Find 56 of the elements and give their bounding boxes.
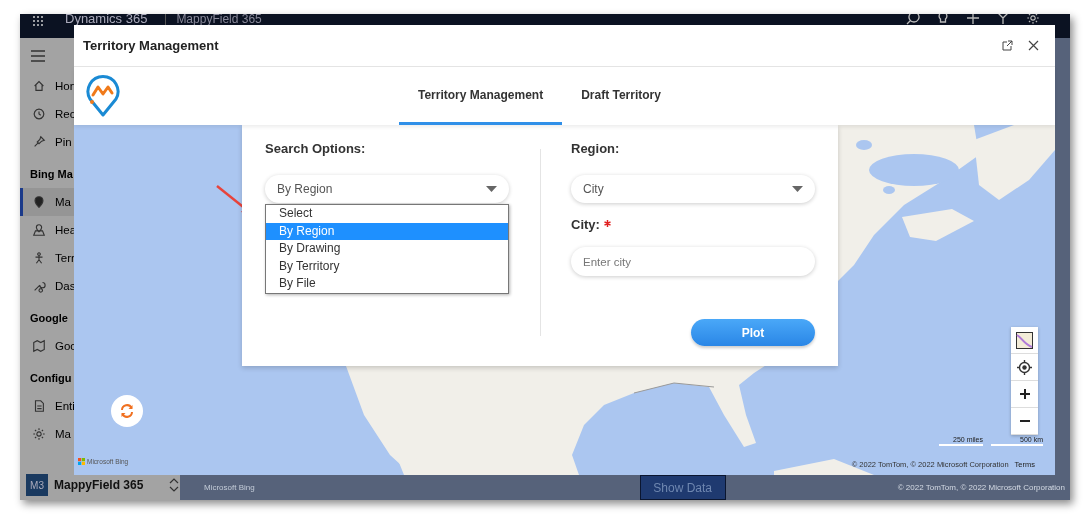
sidebar-icon: [32, 279, 46, 293]
sidebar-icon: [32, 223, 46, 237]
locate-button[interactable]: [1011, 354, 1038, 381]
logo-icon: [85, 75, 121, 117]
app-launcher-icon[interactable]: [32, 15, 44, 27]
settings-icon[interactable]: [1026, 14, 1040, 25]
menu-icon[interactable]: [31, 50, 45, 62]
caret-icon: [792, 186, 803, 192]
plus-icon: [1019, 389, 1030, 399]
sidebar-item[interactable]: Rec: [20, 100, 180, 128]
tab[interactable]: Draft Territory: [562, 67, 680, 125]
search-icon[interactable]: [906, 14, 920, 25]
close-icon[interactable]: [1028, 40, 1039, 51]
sidebar-icon: [32, 339, 46, 353]
windows-logo-icon: [78, 458, 85, 465]
city-input[interactable]: Enter city: [571, 247, 815, 276]
lightbulb-icon[interactable]: [936, 14, 950, 25]
refresh-icon: [120, 404, 134, 418]
field-label: Search Options:: [265, 141, 367, 158]
app-badge: M3: [26, 474, 48, 496]
sidebar-icon: [32, 399, 46, 413]
dropdown-option[interactable]: By Drawing: [266, 240, 508, 258]
sidebar-heading: Google: [29, 311, 69, 326]
dropdown-option[interactable]: By Territory: [266, 257, 508, 275]
filter-icon[interactable]: [996, 14, 1010, 25]
sidebar-item[interactable]: Ma: [20, 420, 180, 448]
sidebar-icon: [32, 195, 46, 209]
sidebar-heading: Configu: [29, 371, 73, 386]
chevron-icon: [169, 478, 180, 492]
sidebar-icon: [32, 107, 46, 121]
region-select[interactable]: City: [571, 175, 815, 203]
dropdown-option[interactable]: By File: [266, 275, 508, 293]
sidebar-item[interactable]: Das: [20, 272, 180, 300]
map-credit: Microsoft Bing: [204, 483, 255, 492]
sidebar-icon: [32, 79, 46, 93]
sidebar-item[interactable]: Pin: [20, 128, 180, 156]
popout-icon[interactable]: [1002, 40, 1013, 51]
field-label: Region:: [571, 141, 621, 158]
dialog-title: Territory Management: [83, 38, 219, 53]
locate-icon: [1017, 359, 1032, 375]
sidebar-item[interactable]: Enti: [20, 392, 180, 420]
plus-icon[interactable]: [966, 14, 980, 25]
brand-name: Dynamics 365: [65, 14, 148, 26]
sidebar-heading: Bing Ma: [29, 167, 74, 182]
map-style-button[interactable]: [1011, 327, 1038, 354]
map-copyright: © 2022 TomTom, © 2022 Microsoft Corporation: [897, 483, 1065, 492]
field-label: City:: [571, 217, 600, 232]
map-style-icon: [1016, 331, 1033, 349]
zoom-in-button[interactable]: [1011, 381, 1038, 408]
search-option-select[interactable]: By Region: [265, 175, 509, 203]
sidebar-item[interactable]: Terr: [20, 244, 180, 272]
sidebar-icon: [32, 135, 46, 149]
zoom-out-button[interactable]: [1011, 408, 1038, 435]
sidebar-icon: [32, 427, 46, 441]
dropdown-option[interactable]: Select: [266, 205, 508, 223]
caret-icon: [486, 186, 497, 192]
